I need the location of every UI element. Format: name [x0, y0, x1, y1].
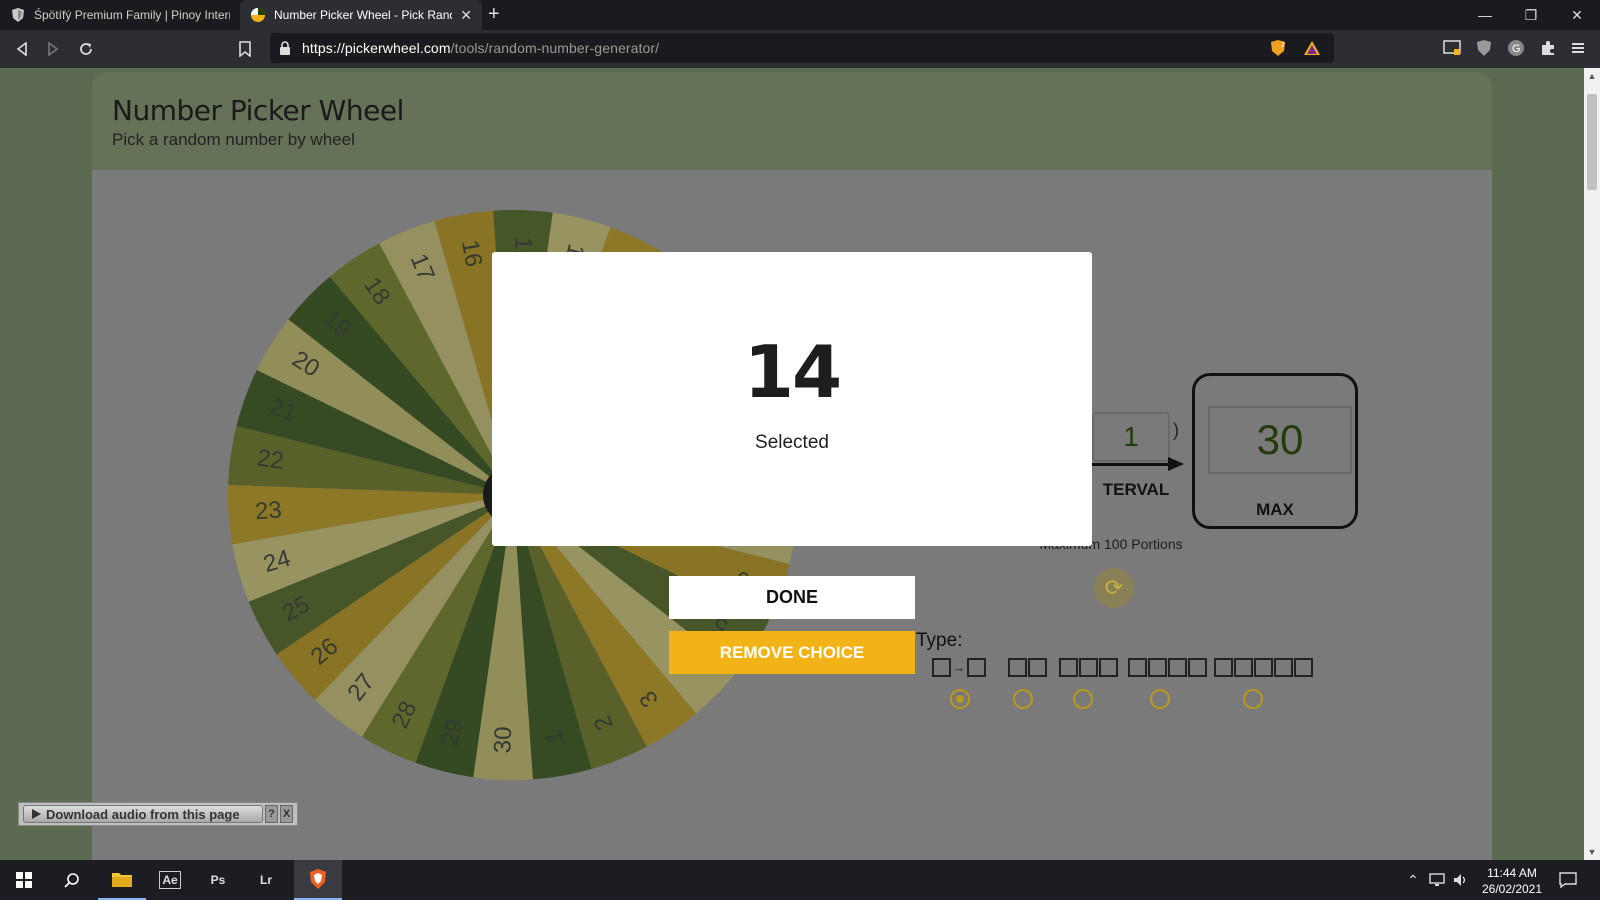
digit-box-icon: [1008, 658, 1027, 677]
url-host: https://pickerwheel.com: [302, 40, 451, 56]
search-icon[interactable]: [48, 860, 96, 900]
windows-taskbar: Ae Ps Lr ⌃ 11:44 AM 26/02/2021: [0, 860, 1600, 900]
digit-box-icon: [967, 658, 986, 677]
digit-box-icon: [1188, 658, 1207, 677]
digit-box-icon: [1099, 658, 1118, 677]
minimize-icon[interactable]: —: [1462, 0, 1508, 30]
digit-box-icon: [1079, 658, 1098, 677]
audio-download-bar: Download audio from this page ? X: [18, 802, 298, 826]
page-viewport: Number Picker Wheel Pick a random number…: [0, 68, 1584, 860]
pickerwheel-favicon-icon: [251, 8, 265, 22]
windows-start-icon[interactable]: [0, 860, 48, 900]
brave-shields-icon[interactable]: 2: [1268, 38, 1288, 58]
restore-icon[interactable]: ❐: [1508, 0, 1554, 30]
scroll-down-icon[interactable]: ▼: [1584, 844, 1600, 860]
close-audio-bar-button[interactable]: X: [280, 805, 293, 823]
type-option-5-boxes: [1214, 658, 1313, 677]
download-audio-label: Download audio from this page: [46, 806, 240, 822]
result-label: Selected: [755, 432, 829, 453]
after-effects-icon[interactable]: Ae: [146, 860, 194, 900]
interval-arrow-head-icon: [1168, 457, 1184, 471]
digit-box-icon: [1254, 658, 1273, 677]
menu-icon[interactable]: [1568, 38, 1588, 58]
chevron-up-icon[interactable]: ⌃: [1403, 870, 1423, 890]
digit-box-icon: [1059, 658, 1078, 677]
arrow-right-icon: →: [952, 660, 966, 675]
digit-box-icon: [1128, 658, 1147, 677]
type-radio-1[interactable]: [950, 689, 970, 709]
close-window-icon[interactable]: ✕: [1554, 0, 1600, 30]
url-path: /tools/random-number-generator/: [450, 40, 660, 56]
refresh-icon[interactable]: ⟳: [1094, 568, 1134, 608]
type-option-4-boxes: [1128, 658, 1207, 677]
scroll-up-icon[interactable]: ▲: [1584, 68, 1600, 84]
forward-icon[interactable]: [42, 38, 64, 60]
system-clock[interactable]: 11:44 AM 26/02/2021: [1470, 865, 1554, 897]
lock-icon[interactable]: [274, 37, 296, 59]
notification-icon[interactable]: [1558, 870, 1578, 890]
file-explorer-icon[interactable]: [98, 860, 146, 900]
type-radio-2[interactable]: [1013, 689, 1033, 709]
tab-title: Śpötífý Premium Family | Pinoy Intern: [34, 8, 230, 22]
digit-box-icon: [1234, 658, 1253, 677]
reload-icon[interactable]: [75, 38, 97, 60]
digit-box-icon: [1274, 658, 1293, 677]
type-option-2-boxes: [1008, 658, 1047, 677]
tab-title: Number Picker Wheel - Pick Rando: [274, 8, 453, 22]
bookmark-icon[interactable]: [234, 38, 256, 60]
lightroom-icon[interactable]: Lr: [242, 860, 290, 900]
svg-text:G: G: [1512, 43, 1521, 55]
extensions-puzzle-icon[interactable]: [1538, 38, 1558, 58]
interval-paren: ): [1173, 420, 1179, 440]
type-option-3-boxes: [1059, 658, 1118, 677]
clock-time: 11:44 AM: [1487, 866, 1537, 880]
interval-arrow: [1092, 463, 1172, 466]
close-tab-icon[interactable]: ✕: [460, 7, 472, 24]
type-option-1-boxes: →: [932, 658, 986, 677]
svg-text:2: 2: [1281, 42, 1285, 49]
back-icon[interactable]: [11, 38, 33, 60]
cast-icon[interactable]: [1442, 38, 1462, 58]
digit-box-icon: [1214, 658, 1233, 677]
url-text[interactable]: https://pickerwheel.com/tools/random-num…: [302, 40, 659, 56]
interval-label: TERVAL: [1102, 480, 1170, 499]
interval-input[interactable]: 1: [1092, 412, 1170, 462]
page-title: Number Picker Wheel: [112, 94, 404, 127]
help-button[interactable]: ?: [265, 805, 278, 823]
browser-tab-bar: Śpötífý Premium Family | Pinoy Intern Nu…: [0, 0, 1600, 30]
page-scrollbar[interactable]: ▲ ▼: [1584, 68, 1600, 860]
done-button[interactable]: DONE: [669, 576, 915, 619]
page-subtitle: Pick a random number by wheel: [112, 130, 355, 149]
digit-box-icon: [932, 658, 951, 677]
max-label: MAX: [1256, 500, 1294, 519]
digit-box-icon: [1168, 658, 1187, 677]
type-radio-4[interactable]: [1150, 689, 1170, 709]
shield-extension-icon[interactable]: [1474, 38, 1494, 58]
digit-box-icon: [1294, 658, 1313, 677]
photoshop-icon[interactable]: Ps: [194, 860, 242, 900]
digit-box-icon: [1148, 658, 1167, 677]
brave-browser-icon[interactable]: [294, 860, 342, 900]
tab-pickerwheel[interactable]: Number Picker Wheel - Pick Rando ✕: [240, 0, 482, 30]
grammarly-icon[interactable]: G: [1506, 38, 1526, 58]
result-number: 14: [743, 330, 842, 414]
scroll-thumb[interactable]: [1587, 94, 1597, 190]
new-tab-icon[interactable]: +: [488, 3, 500, 26]
type-label: Type:: [916, 630, 963, 651]
tab-spotify[interactable]: Śpötífý Premium Family | Pinoy Intern: [0, 0, 240, 30]
remove-choice-button[interactable]: REMOVE CHOICE: [669, 631, 915, 674]
network-icon[interactable]: [1427, 870, 1447, 890]
digit-box-icon: [1028, 658, 1047, 677]
play-icon: [32, 809, 41, 819]
clock-date: 26/02/2021: [1481, 882, 1543, 896]
max-input[interactable]: 30: [1208, 406, 1352, 474]
volume-icon[interactable]: [1451, 870, 1471, 890]
brave-rewards-icon[interactable]: [1302, 38, 1322, 58]
shield-favicon-icon: [12, 8, 24, 22]
type-radio-5[interactable]: [1243, 689, 1263, 709]
download-audio-button[interactable]: Download audio from this page: [23, 805, 263, 823]
type-radio-3[interactable]: [1073, 689, 1093, 709]
